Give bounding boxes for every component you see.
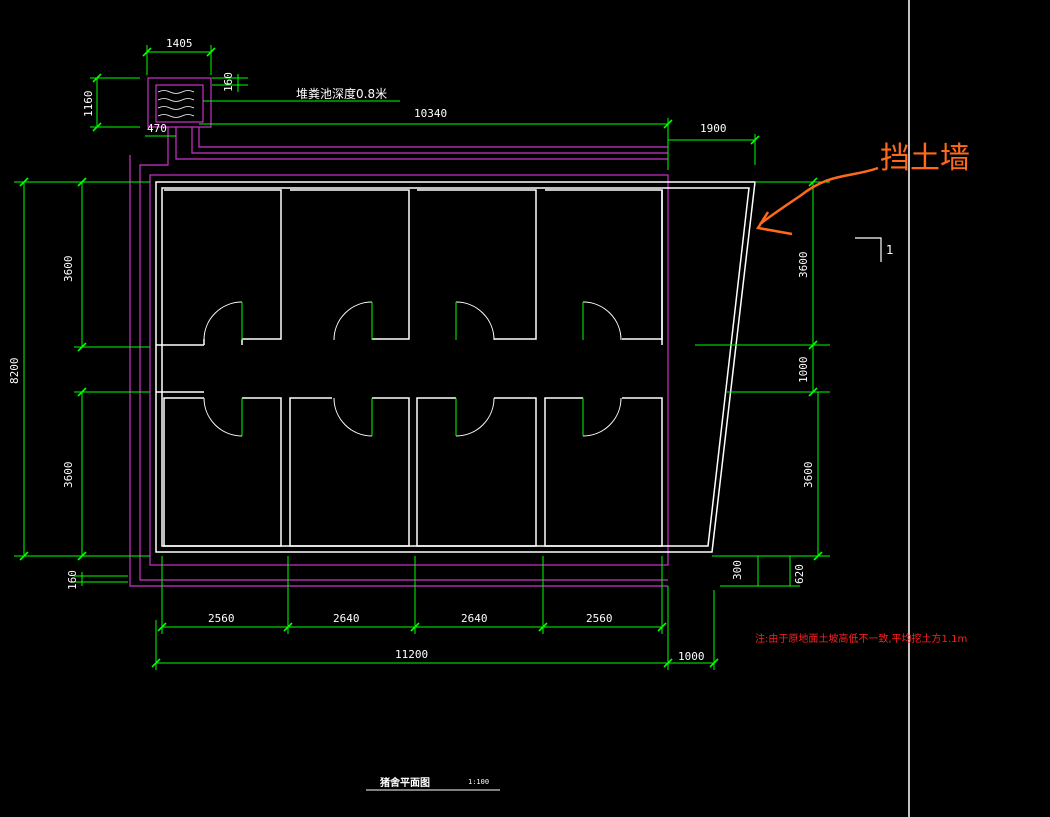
dim-bottom-right: 1000 [678, 650, 705, 663]
drawing-title: 猪舍平面图 1:100 [366, 776, 500, 791]
dim-pool-wall: 160 [222, 72, 235, 92]
dim-bay-4: 2560 [586, 612, 613, 625]
dim-right-aisle: 1000 [797, 357, 810, 384]
dim-top-right: 1900 [700, 122, 727, 135]
doors-lower [203, 397, 622, 437]
dim-top-length: 10340 [414, 107, 447, 120]
dim-left-lower: 3600 [62, 462, 75, 489]
drawing-title-scale: 1:100 [468, 778, 489, 786]
dim-bay-2: 2640 [333, 612, 360, 625]
drainage-lines [129, 77, 669, 587]
dim-overall-height: 8200 [8, 358, 21, 385]
lower-pens [156, 391, 663, 547]
dim-bay-3: 2640 [461, 612, 488, 625]
dim-pool-width: 1405 [166, 37, 193, 50]
dimension-lines [14, 45, 830, 670]
dim-pool-offset: 470 [147, 122, 167, 135]
dim-left-bottom-wall: 160 [66, 570, 79, 590]
drawing-title-name: 猪舍平面图 [379, 776, 430, 789]
dim-pool-height: 1160 [82, 91, 95, 118]
svg-text:1: 1 [886, 243, 894, 257]
retaining-wall-label: 挡土墙 [880, 141, 970, 176]
dim-left-upper: 3600 [62, 256, 75, 283]
pool-hatch [157, 90, 195, 118]
dim-right-small-1: 300 [731, 560, 744, 580]
retaining-wall-callout: 挡土墙 [755, 141, 970, 236]
upper-pens [156, 189, 663, 346]
building-walls [155, 181, 756, 553]
dim-right-upper: 3600 [797, 252, 810, 279]
dim-right-lower: 3600 [802, 462, 815, 489]
pool-depth-label: 堆粪池深度0.8米 [296, 86, 387, 101]
section-marker: 1 [855, 237, 894, 262]
excavation-note: 注:由于原地面土坡高低不一致,平均挖土方1.1m [755, 632, 967, 645]
dim-bay-1: 2560 [208, 612, 235, 625]
dim-right-small-2: 620 [793, 564, 806, 584]
doors-upper [203, 301, 622, 341]
dim-overall-length: 11200 [395, 648, 428, 661]
floor-plan-drawing: 1405 1160 160 堆粪池深度0.8米 470 10340 1900 8… [8, 0, 970, 817]
